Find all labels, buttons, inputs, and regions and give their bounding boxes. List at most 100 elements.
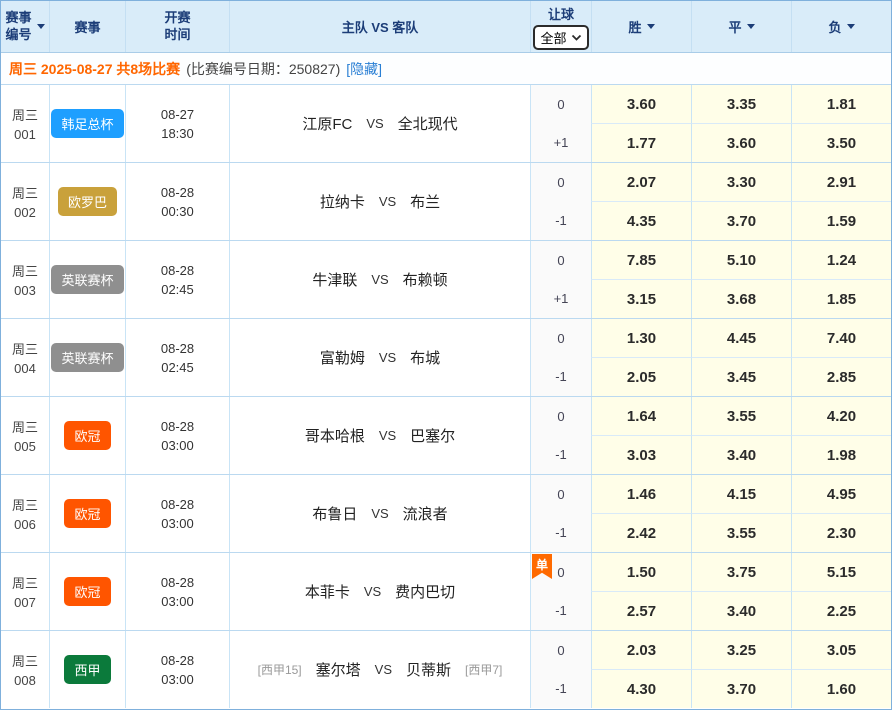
handicap-filter-select[interactable]: 全部 (533, 25, 588, 50)
home-team: 哥本哈根 (305, 425, 365, 446)
odds-win-cell[interactable]: 2.42 (591, 514, 691, 552)
odds-draw-cell[interactable]: 3.55 (691, 514, 791, 552)
header-match-no[interactable]: 赛事编号 (1, 1, 49, 52)
teams-cell: 江原FCVS全北现代 (229, 85, 530, 162)
header-draw-sort[interactable]: 平 (691, 1, 791, 52)
match-row: 周三004 英联赛杯 08-2802:45 富勒姆VS布城 0-1 1.30 4… (1, 319, 891, 397)
handicap-cell: 0-1 (530, 631, 591, 708)
sort-arrow-icon (37, 24, 45, 29)
odds-lose-cell[interactable]: 4.95 (791, 475, 891, 514)
odds-win-cell[interactable]: 2.07 (591, 163, 691, 202)
header-lose-sort[interactable]: 负 (791, 1, 891, 52)
vs-label: VS (366, 116, 383, 131)
odds-lose-cell[interactable]: 3.05 (791, 631, 891, 670)
odds-draw-cell[interactable]: 5.10 (691, 241, 791, 280)
handicap-value: +1 (531, 280, 591, 319)
league-cell: 西甲 (49, 631, 125, 708)
handicap-value: -1 (531, 514, 591, 553)
handicap-value: 0 (531, 319, 591, 358)
header-teams: 主队 VS 客队 (229, 1, 530, 52)
odds-draw-cell[interactable]: 3.60 (691, 124, 791, 162)
league-badge: 欧冠 (64, 499, 110, 528)
odds-draw-cell[interactable]: 3.68 (691, 280, 791, 318)
home-team: 布鲁日 (312, 503, 357, 524)
odds-win-cell[interactable]: 1.50 (591, 553, 691, 592)
header-draw-label: 平 (728, 17, 741, 36)
odds-draw-cell[interactable]: 3.70 (691, 202, 791, 240)
home-team: 富勒姆 (320, 347, 365, 368)
odds-draw-cell[interactable]: 3.70 (691, 670, 791, 708)
handicap-cell: 0-1 (530, 163, 591, 240)
odds-lose-cell[interactable]: 1.24 (791, 241, 891, 280)
odds-win-cell[interactable]: 3.60 (591, 85, 691, 124)
odds-draw-cell[interactable]: 3.30 (691, 163, 791, 202)
header-win-sort[interactable]: 胜 (591, 1, 691, 52)
league-badge: 韩足总杯 (51, 109, 123, 138)
away-team: 巴塞尔 (410, 425, 455, 446)
odds-win-cell[interactable]: 2.03 (591, 631, 691, 670)
odds-win-cell[interactable]: 2.57 (591, 592, 691, 630)
odds-lose-cell[interactable]: 2.91 (791, 163, 891, 202)
odds-draw-cell[interactable]: 4.15 (691, 475, 791, 514)
handicap-value: -1 (531, 670, 591, 709)
odds-win-cell[interactable]: 1.30 (591, 319, 691, 358)
odds-lose-cell[interactable]: 1.85 (791, 280, 891, 318)
odds-lose-cell[interactable]: 2.25 (791, 592, 891, 630)
odds-win-cell[interactable]: 1.46 (591, 475, 691, 514)
handicap-value: -1 (531, 358, 591, 397)
teams-cell: 拉纳卡VS布兰 (229, 163, 530, 240)
header-league: 赛事 (49, 1, 125, 52)
odds-draw-cell[interactable]: 3.25 (691, 631, 791, 670)
away-team: 布赖顿 (403, 269, 448, 290)
vs-label: VS (364, 584, 381, 599)
hide-link[interactable]: [隐藏] (346, 59, 382, 79)
odds-win-cell[interactable]: 7.85 (591, 241, 691, 280)
odds-win-cell[interactable]: 3.03 (591, 436, 691, 474)
match-row: 周三005 欧冠 08-2803:00 哥本哈根VS巴塞尔 0-1 1.64 3… (1, 397, 891, 475)
teams-cell: 富勒姆VS布城 (229, 319, 530, 396)
odds-win-cell[interactable]: 1.64 (591, 397, 691, 436)
away-team: 流浪者 (403, 503, 448, 524)
league-cell: 英联赛杯 (49, 319, 125, 396)
home-team: 拉纳卡 (320, 191, 365, 212)
odds-draw-cell[interactable]: 4.45 (691, 319, 791, 358)
odds-lose-cell[interactable]: 2.30 (791, 514, 891, 552)
vs-label: VS (371, 272, 388, 287)
vs-label: VS (375, 662, 392, 677)
match-number: 周三001 (1, 85, 49, 162)
league-badge: 欧罗巴 (58, 187, 117, 216)
odds-lose-cell[interactable]: 3.50 (791, 124, 891, 162)
odds-lose-cell[interactable]: 4.20 (791, 397, 891, 436)
odds-lose-cell[interactable]: 1.98 (791, 436, 891, 474)
odds-win-cell[interactable]: 2.05 (591, 358, 691, 396)
odds-lose-cell[interactable]: 1.81 (791, 85, 891, 124)
home-team: 塞尔塔 (316, 659, 361, 680)
odds-draw-cell[interactable]: 3.45 (691, 358, 791, 396)
odds-draw-cell[interactable]: 3.55 (691, 397, 791, 436)
odds-draw-cell[interactable]: 3.75 (691, 553, 791, 592)
odds-draw-cell[interactable]: 3.35 (691, 85, 791, 124)
handicap-cell: 0+1 (530, 241, 591, 318)
start-time: 08-2802:45 (125, 241, 229, 318)
odds-win-cell[interactable]: 3.15 (591, 280, 691, 318)
vs-label: VS (379, 194, 396, 209)
handicap-value: 0 (531, 241, 591, 280)
match-number: 周三005 (1, 397, 49, 474)
odds-lose-cell[interactable]: 2.85 (791, 358, 891, 396)
odds-win-cell[interactable]: 1.77 (591, 124, 691, 162)
odds-lose-cell[interactable]: 5.15 (791, 553, 891, 592)
odds-win-cell[interactable]: 4.30 (591, 670, 691, 708)
odds-win-cell[interactable]: 4.35 (591, 202, 691, 240)
odds-draw-cell[interactable]: 3.40 (691, 592, 791, 630)
header-teams-label: 主队 VS 客队 (342, 17, 419, 36)
match-number: 周三002 (1, 163, 49, 240)
handicap-cell: 0+1 (530, 85, 591, 162)
odds-lose-cell[interactable]: 1.60 (791, 670, 891, 708)
start-time: 08-2803:00 (125, 475, 229, 552)
league-cell: 欧罗巴 (49, 163, 125, 240)
odds-draw-cell[interactable]: 3.40 (691, 436, 791, 474)
odds-lose-cell[interactable]: 1.59 (791, 202, 891, 240)
date-summary-bar: 周三 2025-08-27 共8场比赛 (比赛编号日期：250827) [隐藏] (1, 53, 891, 85)
match-number: 周三004 (1, 319, 49, 396)
odds-lose-cell[interactable]: 7.40 (791, 319, 891, 358)
